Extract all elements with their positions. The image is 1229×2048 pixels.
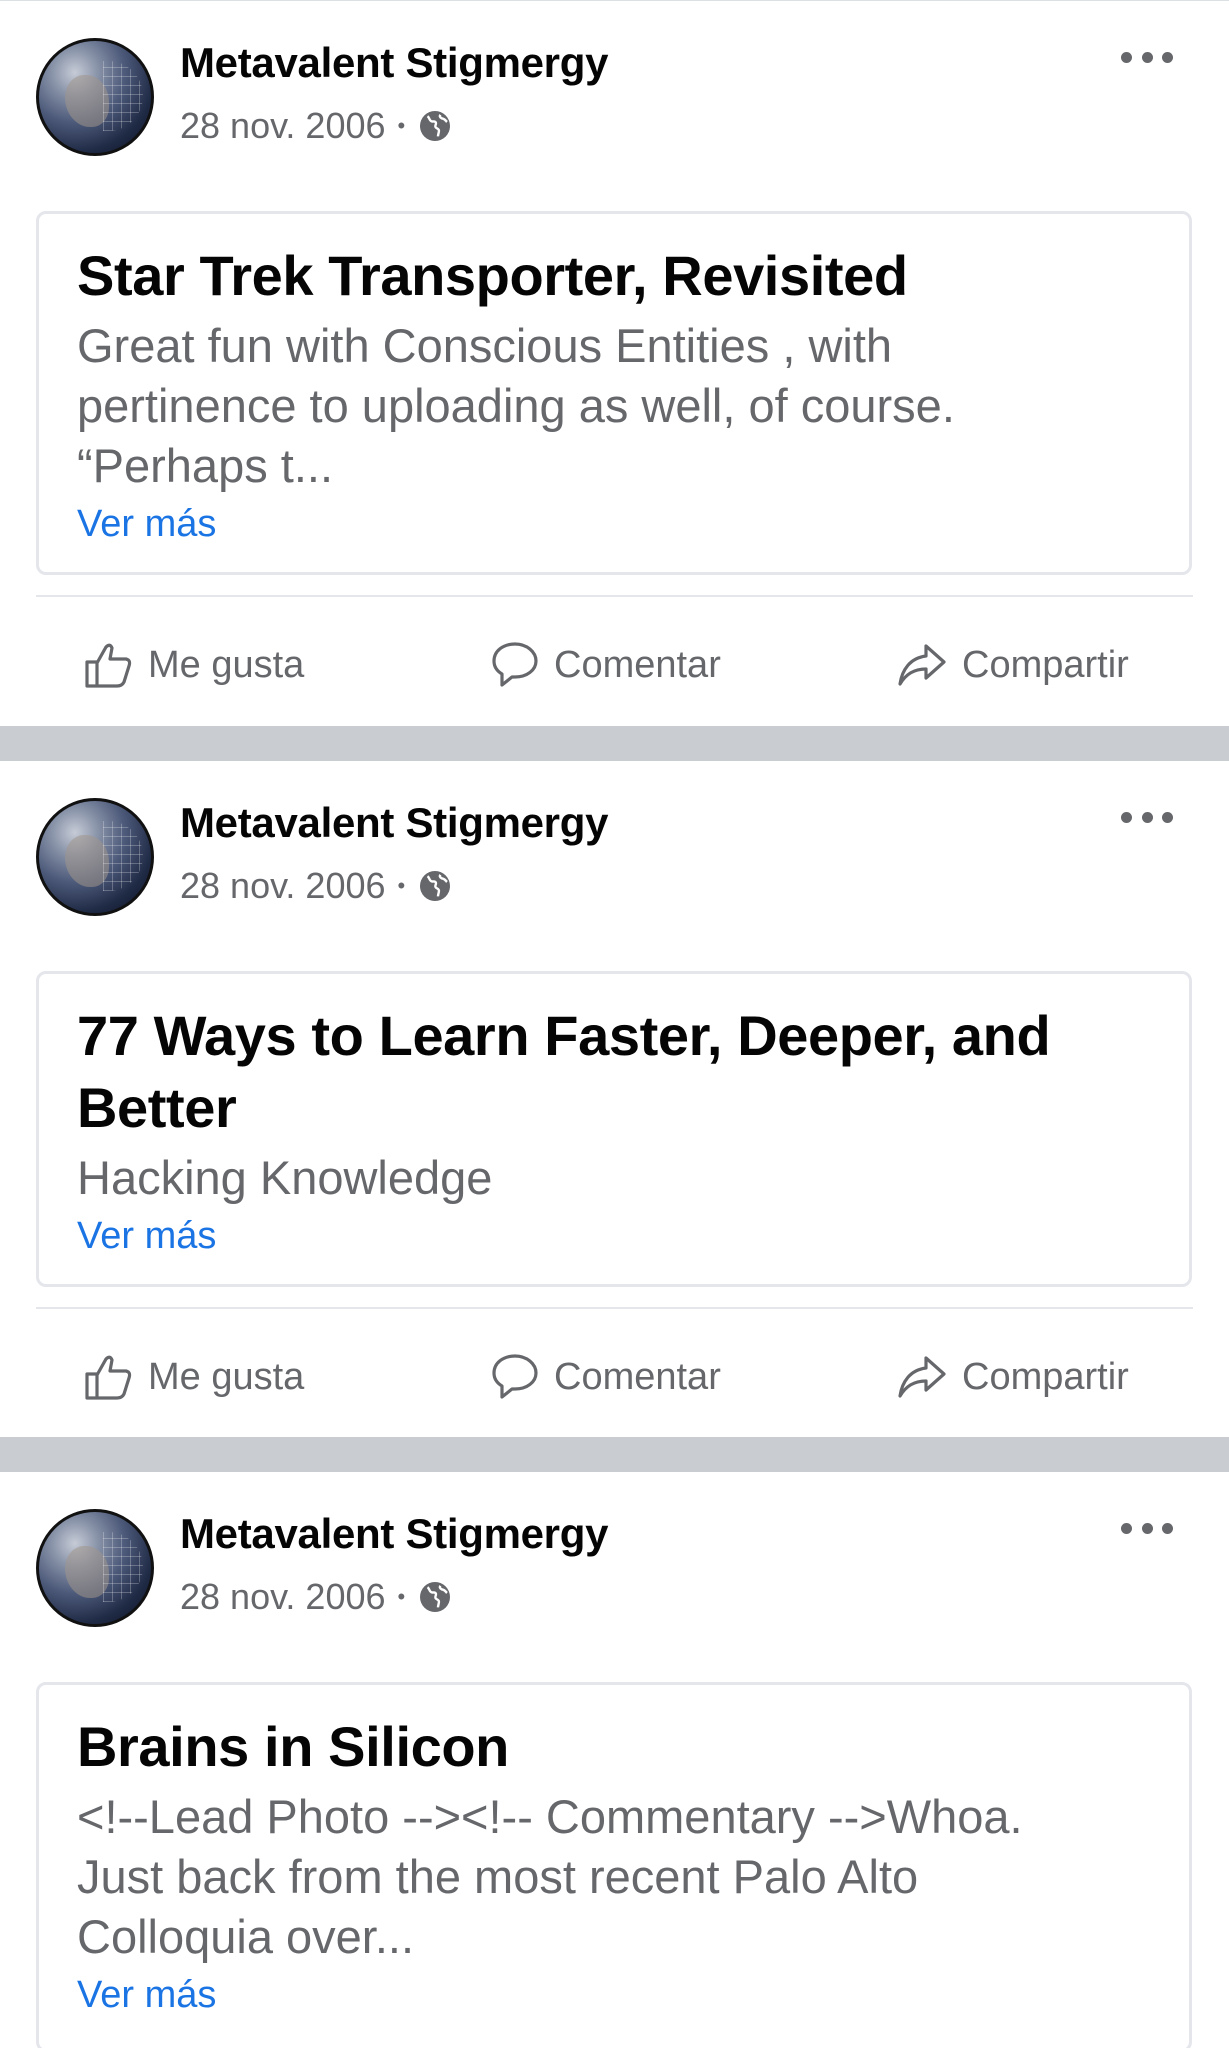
see-more-link[interactable]: Ver más (77, 498, 216, 550)
comment-button[interactable]: Comentar (490, 1327, 721, 1427)
globe-icon (420, 1582, 451, 1612)
see-more-link[interactable]: Ver más (77, 1969, 216, 2021)
card-title: 77 Ways to Learn Faster, Deeper, and Bet… (77, 1000, 1151, 1144)
title-line: 77 Ways to Learn Faster, Deeper, and (77, 1004, 1051, 1067)
see-more-link[interactable]: Ver más (77, 1210, 216, 1262)
share-label: Compartir (962, 1355, 1129, 1398)
link-preview-card[interactable]: Star Trek Transporter, Revisited Great f… (36, 211, 1192, 575)
card-title: Brains in Silicon (77, 1715, 509, 1778)
meta-separator: • (397, 1584, 406, 1609)
share-button[interactable]: Compartir (896, 615, 1129, 715)
post-separator (0, 726, 1229, 761)
post-actions: Me gusta Comentar Compartir (0, 615, 1229, 715)
excerpt-line: Just back from the most recent Palo Alto (77, 1850, 919, 1903)
card-excerpt: Great fun with Conscious Entities , with… (77, 316, 1151, 496)
share-button[interactable]: Compartir (896, 1327, 1129, 1427)
like-label: Me gusta (148, 1355, 305, 1398)
meta-separator: • (397, 113, 406, 138)
share-arrow-icon (898, 1356, 946, 1398)
post-author-name[interactable]: Metavalent Stigmergy (180, 39, 608, 87)
post-header: Metavalent Stigmergy 28 nov. 2006 • (0, 1, 1229, 156)
title-line: Better (77, 1076, 237, 1139)
card-title: Star Trek Transporter, Revisited (77, 244, 908, 307)
thumbs-up-icon (85, 643, 132, 688)
feed-post: Metavalent Stigmergy 28 nov. 2006 • 77 W… (0, 761, 1229, 1437)
comment-label: Comentar (554, 1355, 721, 1398)
post-author-name[interactable]: Metavalent Stigmergy (180, 799, 608, 847)
more-options-icon[interactable] (1121, 809, 1173, 825)
excerpt-line: <!--Lead Photo --><!-- Commentary -->Who… (77, 1790, 1023, 1843)
feed-post: Metavalent Stigmergy 28 nov. 2006 • Brai… (0, 1472, 1229, 2048)
action-divider (36, 595, 1193, 597)
card-excerpt: <!--Lead Photo --><!-- Commentary -->Who… (77, 1787, 1151, 1967)
post-date[interactable]: 28 nov. 2006 (180, 105, 386, 147)
thumbs-up-icon (85, 1355, 132, 1400)
comment-bubble-icon (492, 642, 538, 687)
earth-globe-avatar[interactable] (36, 798, 154, 916)
feed-post: Metavalent Stigmergy 28 nov. 2006 • Star… (0, 1, 1229, 726)
excerpt-line: “Perhaps t... (77, 439, 333, 492)
post-meta: 28 nov. 2006 • (180, 105, 453, 147)
meta-separator: • (397, 873, 406, 898)
post-header: Metavalent Stigmergy 28 nov. 2006 • (0, 761, 1229, 916)
excerpt-line: Hacking Knowledge (77, 1151, 493, 1204)
more-options-icon[interactable] (1121, 1520, 1173, 1536)
link-preview-card[interactable]: 77 Ways to Learn Faster, Deeper, and Bet… (36, 971, 1192, 1287)
more-options-icon[interactable] (1121, 49, 1173, 65)
globe-icon (420, 111, 451, 141)
post-header: Metavalent Stigmergy 28 nov. 2006 • (0, 1472, 1229, 1627)
share-label: Compartir (962, 643, 1129, 686)
excerpt-line: Great fun with Conscious Entities , with (77, 319, 893, 372)
like-label: Me gusta (148, 643, 305, 686)
card-excerpt: Hacking Knowledge (77, 1148, 1151, 1208)
post-meta: 28 nov. 2006 • (180, 1576, 453, 1618)
like-button[interactable]: Me gusta (84, 1327, 304, 1427)
action-divider (36, 1307, 1193, 1309)
excerpt-line: pertinence to uploading as well, of cour… (77, 379, 955, 432)
earth-globe-avatar[interactable] (36, 1509, 154, 1627)
post-meta: 28 nov. 2006 • (180, 865, 453, 907)
comment-bubble-icon (492, 1354, 538, 1399)
post-date[interactable]: 28 nov. 2006 (180, 865, 386, 907)
comment-label: Comentar (554, 643, 721, 686)
post-date[interactable]: 28 nov. 2006 (180, 1576, 386, 1618)
earth-globe-avatar[interactable] (36, 38, 154, 156)
share-arrow-icon (898, 644, 946, 686)
post-separator (0, 1437, 1229, 1472)
post-actions: Me gusta Comentar Compartir (0, 1327, 1229, 1427)
post-author-name[interactable]: Metavalent Stigmergy (180, 1510, 608, 1558)
link-preview-card[interactable]: Brains in Silicon <!--Lead Photo --><!--… (36, 1682, 1192, 2048)
comment-button[interactable]: Comentar (490, 615, 721, 715)
like-button[interactable]: Me gusta (84, 615, 304, 715)
globe-icon (420, 871, 451, 901)
excerpt-line: Colloquia over... (77, 1910, 415, 1963)
news-feed: Metavalent Stigmergy 28 nov. 2006 • Star… (0, 0, 1229, 2048)
